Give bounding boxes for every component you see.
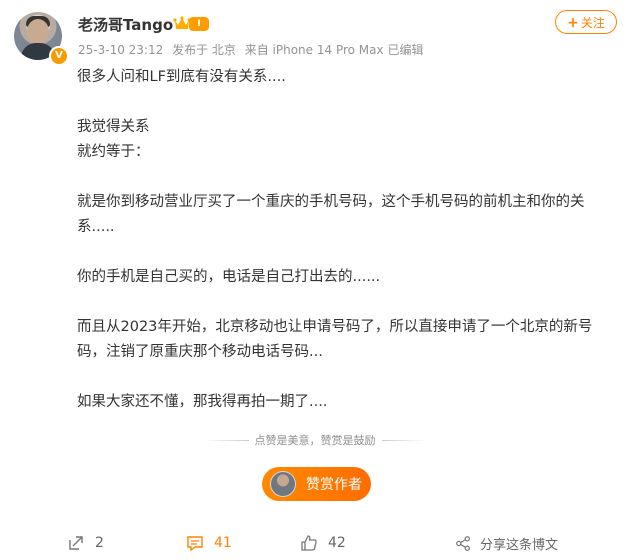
divider-line-left	[205, 439, 249, 441]
like-button[interactable]: 42	[300, 533, 346, 553]
follow-label: 关注	[580, 16, 605, 30]
plus-icon: +	[567, 15, 579, 31]
share-icon	[456, 535, 470, 551]
content-line: 就是你到移动营业厅买了一个重庆的手机号码，这个手机号码的前机主和你的关系....…	[77, 194, 585, 235]
weibo-post: V 老汤哥Tango I 25-3-10 23:12 发布于 北京 来自 iPh…	[0, 0, 633, 560]
avatar-face	[27, 19, 49, 44]
reward-divider: 点赞是美意，赞赏是鼓励	[205, 430, 425, 450]
post-edited[interactable]: 已编辑	[387, 43, 423, 57]
reward-divider-text: 点赞是美意，赞赏是鼓励	[254, 434, 376, 447]
post-source: 来自 iPhone 14 Pro Max	[244, 43, 384, 57]
content-line: 很多人问和LF到底有没有关系....	[77, 69, 286, 85]
follow-button[interactable]: + 关注	[555, 10, 617, 34]
share-label: 分享这条博文	[480, 537, 559, 553]
repost-button[interactable]: 2	[67, 533, 104, 553]
repost-count: 2	[95, 535, 104, 551]
comment-icon	[187, 536, 203, 552]
content-line: 就约等于：	[77, 144, 150, 160]
repost-icon	[69, 536, 83, 550]
post-meta: 25-3-10 23:12 发布于 北京 来自 iPhone 14 Pro Ma…	[78, 41, 423, 58]
post-location: 发布于 北京	[172, 43, 236, 57]
content-line: 我觉得关系	[77, 119, 150, 135]
share-button[interactable]: 分享这条博文	[455, 533, 558, 553]
comment-button[interactable]: 41	[186, 533, 232, 553]
comment-count: 41	[214, 535, 232, 551]
reward-avatar	[270, 471, 296, 497]
content-line: 如果大家还不懂，那我得再拍一期了....	[77, 394, 328, 410]
level-badge: I	[189, 17, 209, 31]
author-name[interactable]: 老汤哥Tango	[78, 14, 173, 35]
verified-v-icon: V	[49, 46, 69, 66]
divider-line-right	[381, 439, 425, 441]
like-count: 42	[328, 535, 346, 551]
reward-author-button[interactable]: 赞赏作者	[262, 467, 371, 501]
like-icon	[301, 535, 317, 551]
content-line: 而且从2023年开始，北京移动也让申请号码了，所以直接申请了一个北京的新号码，注…	[77, 319, 593, 360]
content-line: 你的手机是自己买的，电话是自己打出去的......	[77, 269, 381, 285]
reward-button-label: 赞赏作者	[306, 477, 362, 493]
post-time[interactable]: 25-3-10 23:12	[78, 43, 163, 57]
post-content: 很多人问和LF到底有没有关系.... 我觉得关系 就约等于： 就是你到移动营业厅…	[77, 65, 610, 415]
